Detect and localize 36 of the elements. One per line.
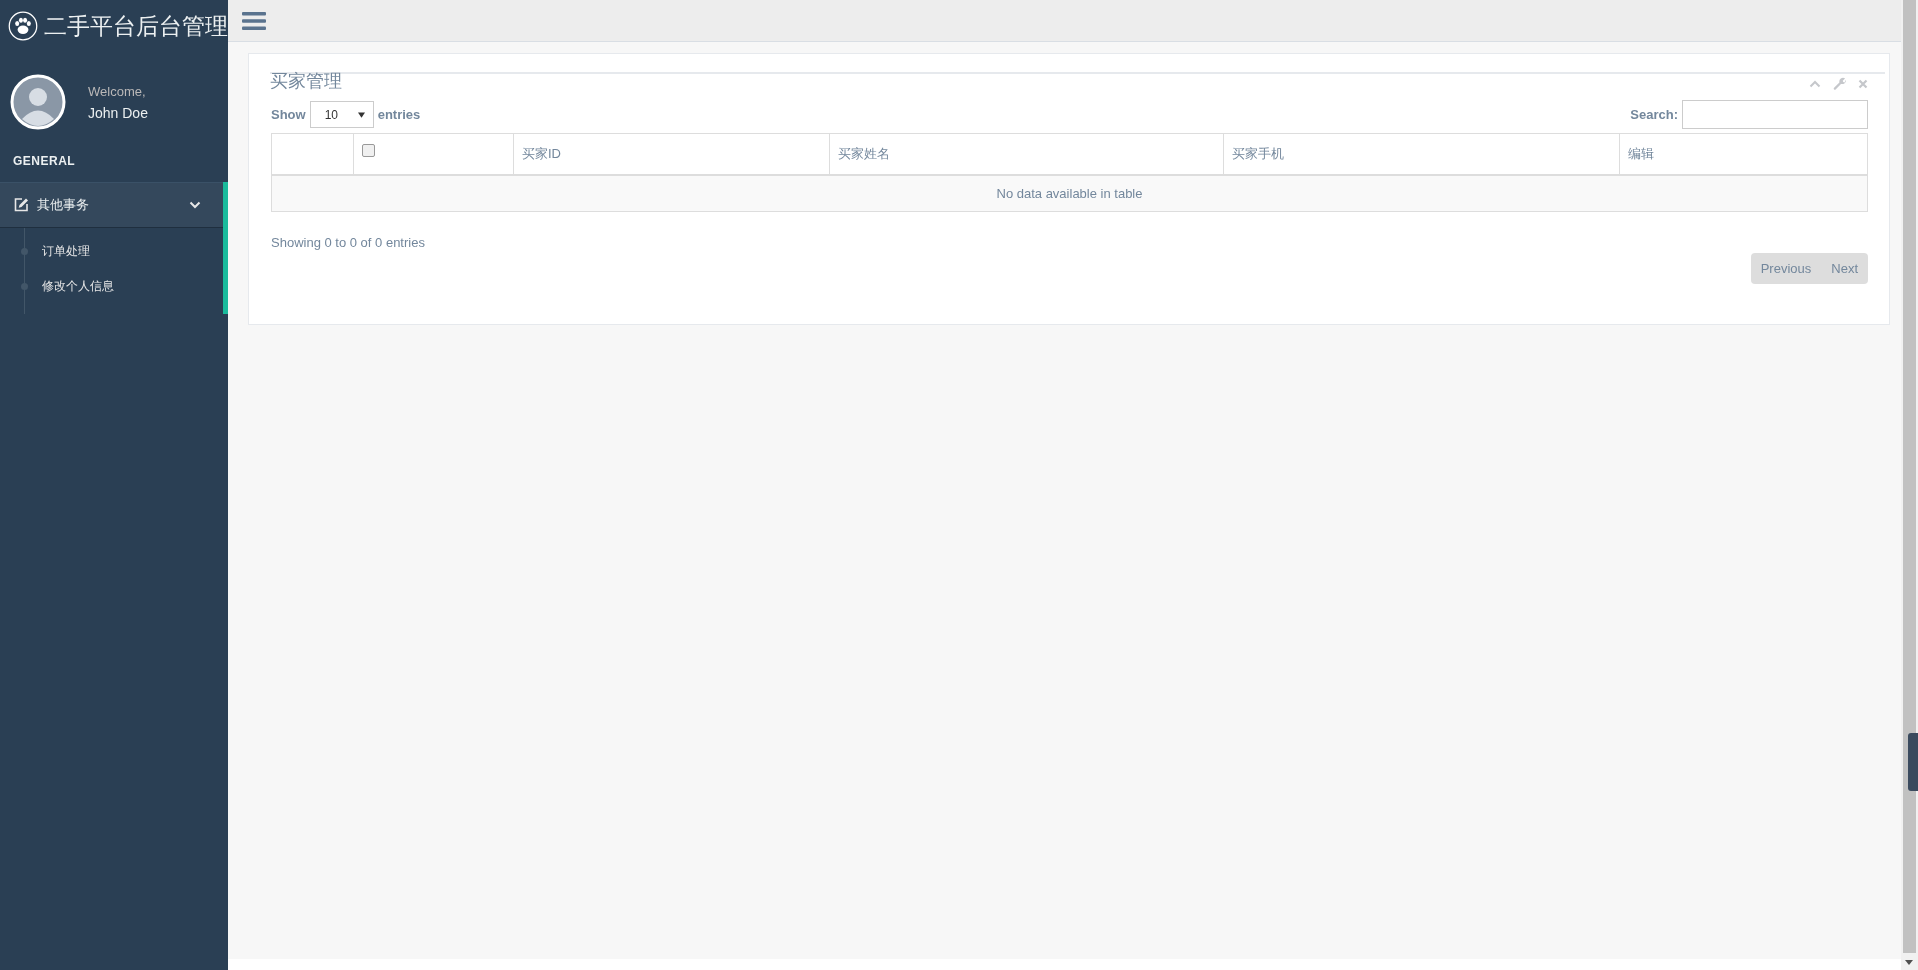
select-all-checkbox[interactable]	[362, 143, 375, 157]
wrench-icon[interactable]	[1833, 77, 1846, 90]
welcome-text: Welcome,	[88, 83, 147, 99]
column-header[interactable]: 买家手机	[1232, 145, 1284, 163]
entries-select[interactable]: 10	[309, 101, 374, 128]
show-label: Show	[271, 107, 306, 122]
empty-table-message: No data available in table	[996, 186, 1143, 201]
entries-label: entries	[377, 107, 421, 122]
menu-item[interactable]: 其他事务	[0, 182, 223, 228]
close-icon[interactable]	[1858, 78, 1868, 89]
bullet-icon	[21, 248, 28, 255]
page-button[interactable]: Next	[1821, 253, 1868, 284]
panel-title: 买家管理	[270, 70, 342, 93]
page-button[interactable]: Previous	[1750, 253, 1822, 284]
submenu-item[interactable]: 订单处理	[42, 243, 90, 260]
column-header[interactable]: 买家姓名	[838, 145, 890, 163]
chevron-down-icon	[189, 201, 201, 209]
edit-icon	[13, 197, 29, 213]
side-widget-icon[interactable]	[1908, 733, 1918, 791]
menu-icon[interactable]	[242, 10, 266, 31]
column-header[interactable]: 编辑	[1628, 145, 1654, 163]
scroll-down-icon[interactable]	[1905, 960, 1913, 965]
submenu-item[interactable]: 修改个人信息	[42, 278, 114, 295]
collapse-icon[interactable]	[1809, 79, 1821, 88]
dropdown-caret-icon	[357, 111, 365, 118]
column-header[interactable]: 买家ID	[522, 145, 561, 163]
bullet-icon	[21, 283, 28, 290]
avatar-icon	[10, 74, 66, 130]
site-title: 二手平台后台管理	[44, 11, 228, 41]
section-heading: GENERAL	[12, 153, 77, 170]
search-label: Search:	[1630, 107, 1678, 122]
search-field[interactable]	[1682, 100, 1868, 129]
scrollbar[interactable]	[1901, 0, 1918, 970]
table-info-text: Showing 0 to 0 of 0 entries	[271, 235, 426, 250]
user-name: John Doe	[88, 104, 148, 121]
paw-icon	[8, 9, 38, 43]
